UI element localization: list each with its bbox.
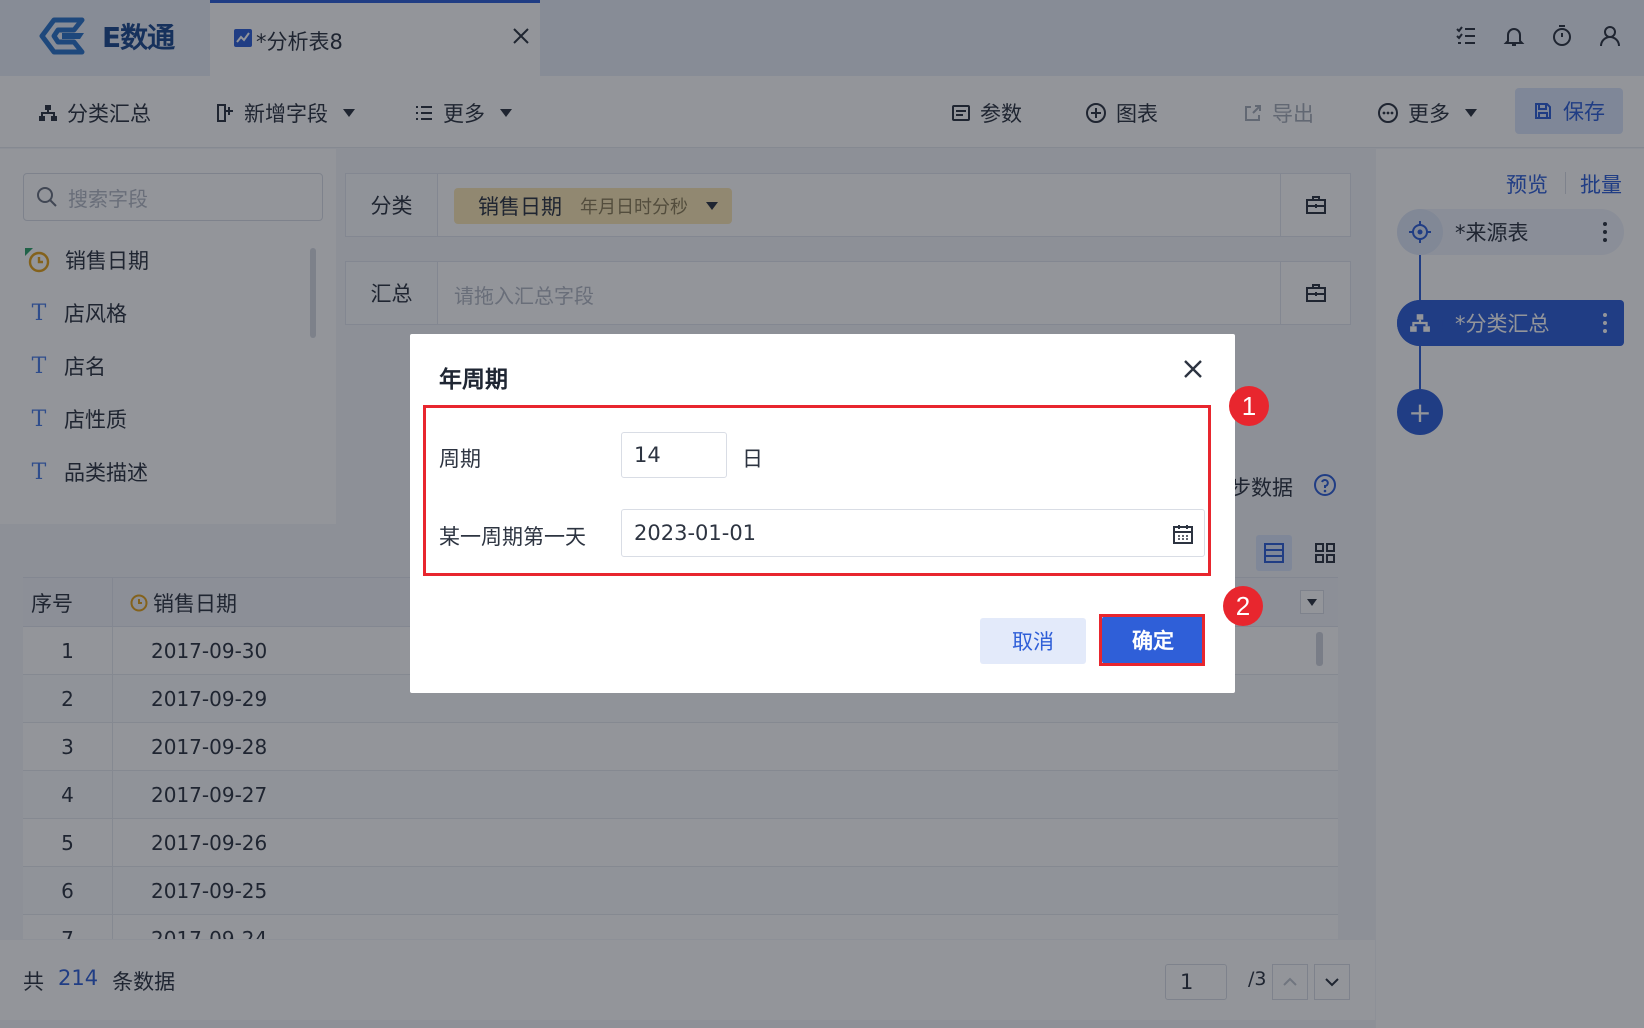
annotation-marker-2: 2	[1223, 586, 1263, 626]
cancel-button[interactable]: 取消	[980, 618, 1086, 664]
annotation-highlight-fields	[423, 405, 1211, 576]
annotation-highlight-confirm	[1099, 614, 1205, 666]
dialog-title: 年周期	[439, 367, 508, 393]
close-icon[interactable]	[1182, 358, 1204, 380]
annotation-marker-1: 1	[1229, 386, 1269, 426]
